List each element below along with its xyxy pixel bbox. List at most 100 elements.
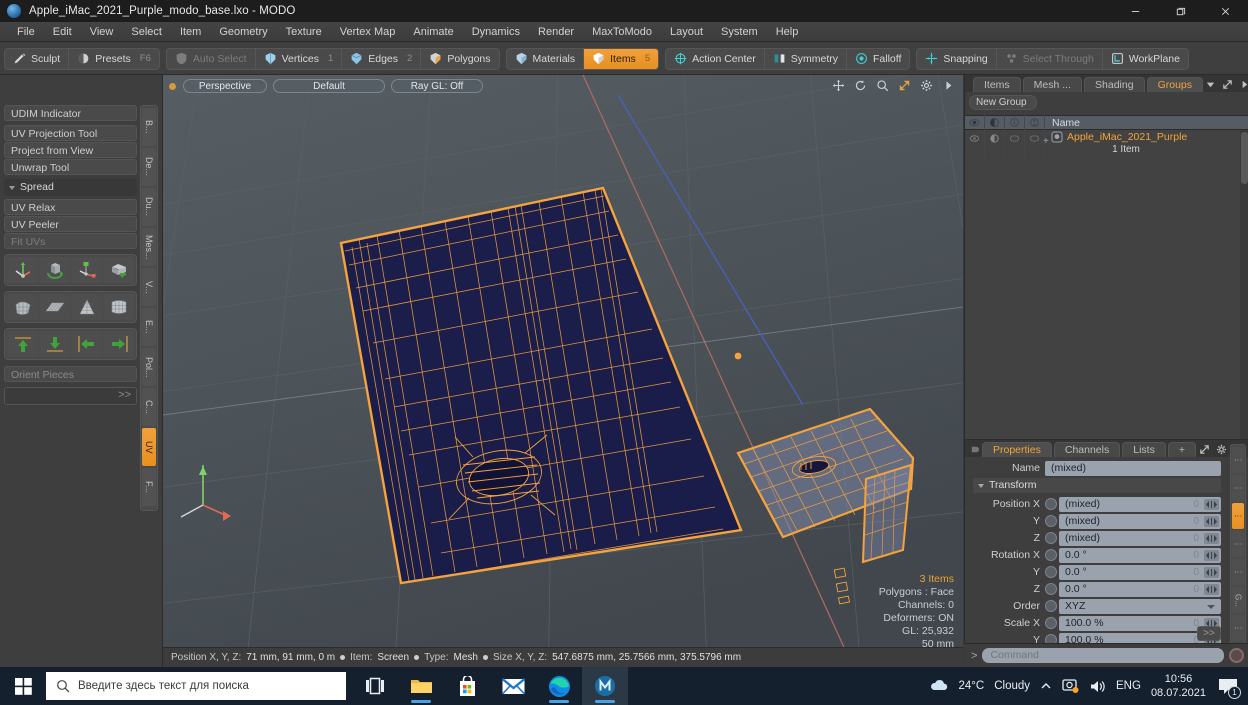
menu-geometry[interactable]: Geometry	[210, 22, 276, 42]
arrow-right-icon[interactable]	[942, 79, 955, 92]
notifications-icon[interactable]: 1	[1216, 675, 1241, 699]
task-view-icon[interactable]	[352, 667, 398, 705]
tab-properties[interactable]: Properties	[982, 442, 1052, 457]
rail-segment-4[interactable]: ⋮	[1232, 559, 1244, 585]
menu-help[interactable]: Help	[767, 22, 808, 42]
weather-description[interactable]: Cloudy	[994, 680, 1030, 692]
toolbar-btn-edges[interactable]: Edges 2	[342, 48, 422, 69]
property-spinner[interactable]	[1204, 498, 1219, 510]
file-explorer-icon[interactable]	[398, 667, 444, 705]
move-icon[interactable]	[832, 79, 845, 92]
property-dropdown[interactable]: XYZ	[1059, 598, 1221, 614]
gear-icon[interactable]	[1216, 444, 1227, 455]
property-channel-dot[interactable]	[1045, 532, 1057, 544]
property-spinner[interactable]	[1204, 583, 1219, 595]
chevron-up-icon[interactable]	[1040, 680, 1052, 692]
property-value-field[interactable]: 0.0 ° 0	[1059, 547, 1221, 563]
property-value-field[interactable]: 0.0 ° 0	[1059, 581, 1221, 597]
property-keyframe-marker[interactable]: 0	[1193, 550, 1199, 561]
language-indicator[interactable]: ENG	[1116, 680, 1141, 692]
toolbar-btn-action-center[interactable]: Action Center	[666, 48, 765, 69]
property-keyframe-marker[interactable]: 0	[1193, 516, 1199, 527]
tab-[interactable]: +	[1167, 442, 1196, 457]
minimize-button[interactable]	[1113, 0, 1158, 22]
property-channel-dot[interactable]	[1045, 515, 1057, 527]
toolbar-btn-polygons[interactable]: Polygons	[421, 49, 498, 69]
edge-browser-icon[interactable]	[536, 667, 582, 705]
left-vtab-du[interactable]: Du...	[142, 188, 156, 226]
3d-viewport[interactable]: Perspective Default Ray GL: Off 3 Items P…	[163, 75, 963, 667]
uv-cone-unwrap-icon[interactable]	[71, 294, 102, 320]
tab-items[interactable]: Items	[973, 77, 1021, 92]
property-keyframe-marker[interactable]: 0	[1193, 533, 1199, 544]
rail-segment-0[interactable]: ⋮	[1232, 447, 1244, 473]
list-item[interactable]: + Apple_iMac_2021_Purple 1 Item	[965, 130, 1248, 158]
align-right-arrow-icon[interactable]	[103, 331, 134, 357]
property-channel-dot[interactable]	[1045, 566, 1057, 578]
menu-maxtomodo[interactable]: MaxToModo	[583, 22, 661, 42]
properties-more-button[interactable]: >>	[1197, 626, 1221, 641]
item-render-toggle[interactable]	[985, 130, 1005, 158]
tool-uv-peeler[interactable]: UV Peeler	[4, 216, 137, 232]
record-icon[interactable]	[1229, 648, 1244, 663]
uv-unwrap-box-icon[interactable]	[103, 257, 134, 283]
left-vtab-e[interactable]: E...	[142, 308, 156, 346]
tool-unwrap[interactable]: Unwrap Tool	[4, 159, 137, 175]
menu-dynamics[interactable]: Dynamics	[463, 22, 529, 42]
magnify-icon[interactable]	[876, 79, 889, 92]
select-icon[interactable]	[1025, 115, 1045, 130]
left-vtab-b[interactable]: B...	[142, 108, 156, 146]
item-visibility-toggle[interactable]	[965, 130, 985, 158]
toolbar-btn-items[interactable]: Items 5	[584, 48, 659, 69]
tab-groups[interactable]: Groups	[1146, 77, 1204, 92]
toolbar-btn-materials[interactable]: Materials	[507, 48, 585, 69]
maximize-icon[interactable]	[898, 79, 911, 92]
property-value-field[interactable]: (mixed) 0	[1059, 530, 1221, 546]
property-channel-dot[interactable]	[1045, 498, 1057, 510]
modo-app-icon[interactable]	[582, 667, 628, 705]
viewport-raygl-dropdown[interactable]: Ray GL: Off	[391, 79, 483, 93]
mail-icon[interactable]	[490, 667, 536, 705]
rail-segment-5[interactable]: G...	[1232, 587, 1244, 613]
weather-temperature[interactable]: 24°C	[959, 680, 985, 692]
microsoft-store-icon[interactable]	[444, 667, 490, 705]
menu-vertex-map[interactable]: Vertex Map	[331, 22, 405, 42]
viewport-perspective-dropdown[interactable]: Perspective	[183, 79, 267, 93]
tab-shading[interactable]: Shading	[1084, 77, 1145, 92]
scrollbar-thumb[interactable]	[1241, 132, 1248, 184]
screenshot-icon[interactable]	[1062, 678, 1079, 694]
menu-system[interactable]: System	[712, 22, 767, 42]
toolbar-btn-presets[interactable]: Presets F6	[69, 49, 159, 69]
toolbar-btn-sculpt[interactable]: Sculpt	[5, 48, 70, 69]
left-panel-more-button[interactable]: >>	[4, 387, 137, 405]
left-vtab-de[interactable]: De...	[142, 148, 156, 186]
command-arrow-icon[interactable]: >	[968, 650, 977, 662]
item-lock-toggle[interactable]	[1005, 130, 1025, 158]
toolbar-btn-symmetry[interactable]: Symmetry	[765, 48, 847, 69]
section-spread[interactable]: Spread	[4, 179, 137, 196]
property-channel-dot[interactable]	[1045, 583, 1057, 595]
property-spinner[interactable]	[1204, 515, 1219, 527]
menu-view[interactable]: View	[81, 22, 123, 42]
toolbar-btn-select-through[interactable]: Select Through	[997, 48, 1103, 69]
left-vtab-v[interactable]: V...	[142, 268, 156, 306]
property-keyframe-marker[interactable]: 0	[1193, 499, 1199, 510]
left-vtab-uv[interactable]: UV	[142, 428, 156, 466]
maximize-button[interactable]	[1158, 0, 1203, 22]
property-value-field[interactable]: 0.0 ° 0	[1059, 564, 1221, 580]
toolbar-btn-auto-select[interactable]: Auto Select	[167, 48, 256, 69]
property-keyframe-marker[interactable]: 0	[1193, 567, 1199, 578]
clock[interactable]: 10:56 08.07.2021	[1151, 672, 1206, 700]
align-left-arrow-icon[interactable]	[71, 331, 102, 357]
expand-plus-icon[interactable]: +	[1043, 136, 1049, 147]
tool-project-from-view[interactable]: Project from View	[4, 142, 137, 158]
property-value-field[interactable]: (mixed) 0	[1059, 513, 1221, 529]
rail-segment-1[interactable]: ⋮	[1232, 475, 1244, 501]
command-input[interactable]	[982, 648, 1224, 663]
taskbar-search-box[interactable]: Введите здесь текст для поиска	[46, 672, 346, 700]
windows-start-icon[interactable]	[0, 667, 46, 705]
left-vtab-pol[interactable]: Pol...	[142, 348, 156, 386]
rail-segment-3[interactable]: ⋮	[1232, 531, 1244, 557]
chevron-down-icon[interactable]	[1205, 79, 1216, 90]
menu-render[interactable]: Render	[529, 22, 583, 42]
